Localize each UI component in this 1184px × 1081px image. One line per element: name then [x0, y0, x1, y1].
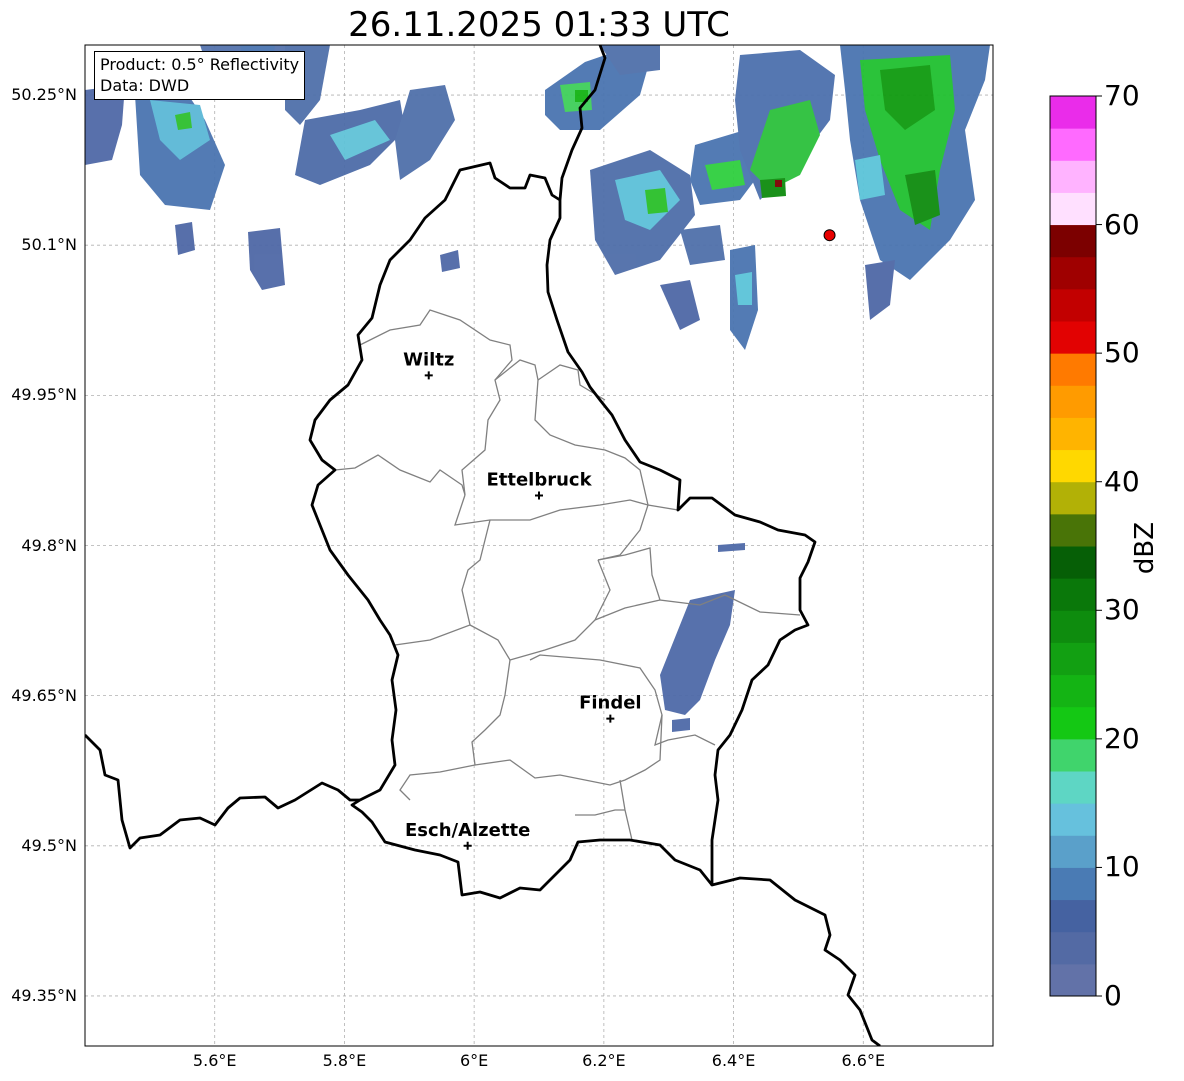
radar-site-marker: [823, 229, 836, 242]
city-marker-icon: [424, 371, 433, 380]
y-tick-label: 50.25°N: [11, 85, 77, 105]
city-marker-icon: [535, 491, 543, 500]
colorbar-tick-label: 70: [1104, 79, 1140, 112]
colorbar-tick-label: 40: [1104, 464, 1140, 498]
city-marker-icon: [463, 841, 472, 850]
colorbar-segment: [1050, 513, 1096, 547]
colorbar: [1049, 95, 1102, 997]
colorbar-segment: [1050, 288, 1096, 322]
colorbar-segment: [1050, 610, 1096, 643]
colorbar-segment: [1050, 546, 1096, 579]
city-label: Esch/Alzette: [405, 820, 530, 841]
colorbar-segment: [1050, 963, 1096, 997]
x-tick-label: 6.4°E: [711, 1051, 756, 1070]
colorbar-segment: [1050, 803, 1096, 836]
city-eschalzette: Esch/Alzette: [405, 820, 530, 850]
x-tick-label: 6°E: [459, 1051, 489, 1070]
product-legend: Product: 0.5° Reflectivity Data: DWD: [94, 51, 306, 100]
colorbar-tick-label: 30: [1104, 593, 1140, 627]
colorbar-segment: [1050, 481, 1096, 515]
canton-boundaries: [334, 309, 801, 841]
y-tick-label: 49.65°N: [11, 685, 77, 705]
colorbar-segment: [1050, 931, 1096, 965]
city-findel: Findel: [579, 693, 642, 723]
x-tick-label: 5.6°E: [192, 1051, 237, 1070]
colorbar-segment: [1050, 96, 1096, 129]
colorbar-segment: [1050, 867, 1096, 901]
plot-frame: [84, 44, 994, 1047]
colorbar-tick-label: 10: [1104, 850, 1140, 884]
city-marker-icon: [606, 714, 615, 723]
x-tick-label: 6.2°E: [582, 1051, 626, 1070]
colorbar-segment: [1050, 128, 1096, 161]
y-tick-label: 49.5°N: [21, 835, 77, 855]
colorbar-tick-label: 50: [1104, 336, 1140, 370]
colorbar-segment: [1050, 578, 1096, 611]
y-tick-label: 50.1°N: [21, 235, 77, 255]
colorbar-segment: [1050, 706, 1096, 740]
y-tick-label: 49.35°N: [11, 985, 77, 1005]
city-label: Ettelbruck: [486, 469, 592, 490]
colorbar-segment: [1050, 353, 1096, 386]
colorbar-segment: [1050, 771, 1096, 804]
colorbar-segment: [1050, 642, 1096, 676]
colorbar-segment: [1050, 224, 1096, 258]
graticule: [85, 45, 993, 1046]
colorbar-segment: [1050, 256, 1096, 290]
data-source-label: Data: DWD: [100, 76, 190, 95]
colorbar-segment: [1050, 160, 1096, 193]
x-tick-label: 5.8°E: [322, 1051, 367, 1070]
colorbar-segment: [1050, 192, 1096, 226]
colorbar-segment: [1050, 674, 1096, 708]
colorbar-label: dBZ: [1130, 521, 1160, 575]
product-label: Product: 0.5° Reflectivity: [100, 55, 300, 74]
colorbar-tick-label: 0: [1104, 979, 1122, 1012]
city-label: Findel: [579, 693, 642, 714]
city-label: Wiltz: [403, 349, 454, 370]
colorbar-segment: [1050, 321, 1096, 354]
colorbar-tick-label: 60: [1104, 207, 1140, 241]
colorbar-segment: [1050, 835, 1096, 868]
y-tick-label: 49.8°N: [21, 535, 77, 555]
colorbar-segment: [1050, 738, 1096, 772]
city-wiltz: Wiltz: [403, 349, 454, 380]
city-ettelbruck: Ettelbruck: [486, 469, 593, 500]
colorbar-tick-label: 20: [1104, 721, 1140, 755]
colorbar-segment: [1050, 449, 1096, 483]
radar-map: Wiltz Ettelbruck Findel Esch/Alzette: [84, 44, 1102, 1047]
colorbar-segment: [1050, 385, 1096, 418]
colorbar-segment: [1050, 899, 1096, 933]
y-tick-label: 49.95°N: [11, 385, 77, 405]
x-tick-label: 6.6°E: [841, 1051, 886, 1070]
colorbar-segment: [1050, 417, 1096, 451]
